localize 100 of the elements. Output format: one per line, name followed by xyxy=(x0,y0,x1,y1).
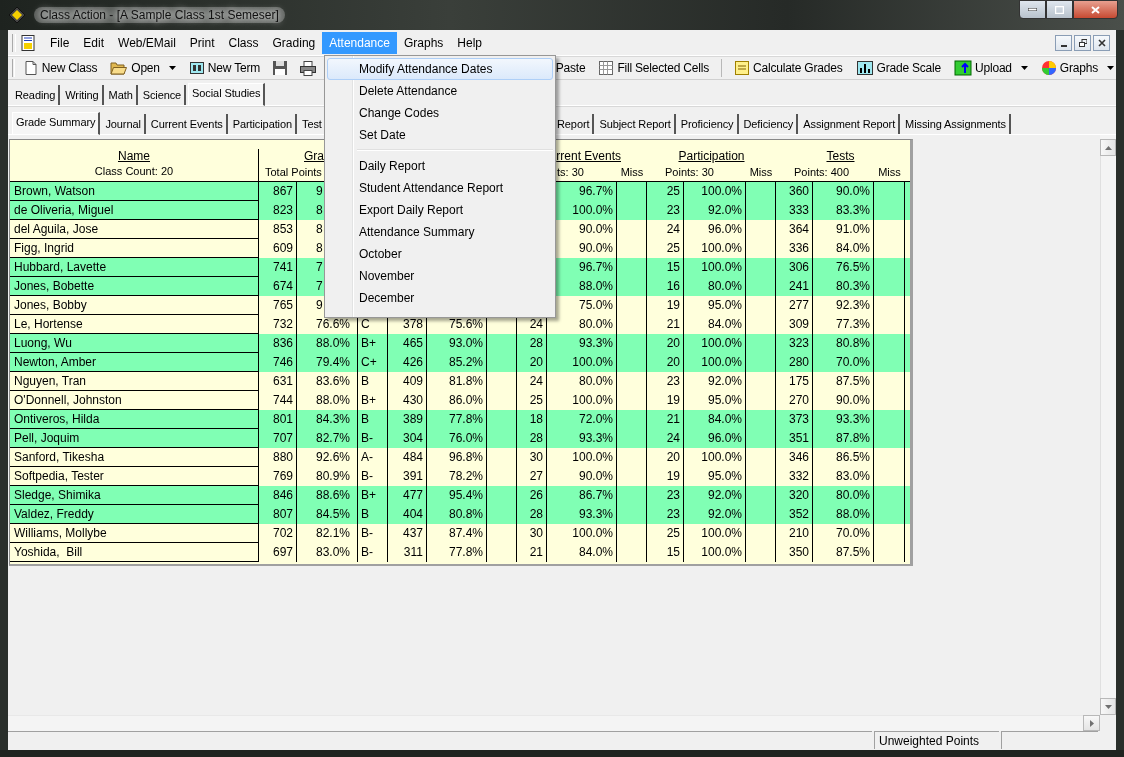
toolbar-button[interactable]: New Term xyxy=(186,58,263,78)
name-cell[interactable]: Sanford, Tikesha xyxy=(10,448,259,467)
toolbar-button[interactable]: Graphs xyxy=(1038,58,1116,78)
name-cell[interactable]: Jones, Bobette xyxy=(10,277,259,296)
minimize-icon xyxy=(1060,44,1067,47)
table-cell: 823 xyxy=(259,201,297,220)
printer-icon xyxy=(299,60,318,76)
table-cell: 88.0% xyxy=(813,505,874,524)
table-cell: 92.0% xyxy=(684,505,746,524)
tab[interactable]: Grade Summary xyxy=(12,112,101,135)
table-cell: 241 xyxy=(776,277,813,296)
tab[interactable]: Report xyxy=(556,114,595,134)
table-cell: 87.5% xyxy=(813,543,874,562)
close-button[interactable] xyxy=(1093,34,1110,51)
toolbar-button[interactable]: Paste xyxy=(553,58,588,78)
page-icon xyxy=(22,60,39,76)
table-cell: 84.5% xyxy=(297,505,358,524)
right-arrow-icon xyxy=(1089,719,1094,727)
name-cell[interactable]: Nguyen, Tran xyxy=(10,372,259,391)
table-cell: 280 xyxy=(776,353,813,372)
menu-item[interactable]: Set Date xyxy=(327,124,553,146)
table-cell: 28 xyxy=(517,505,547,524)
table-cell: 24 xyxy=(647,429,684,448)
toolbar-button[interactable]: Open xyxy=(108,58,178,78)
table-cell: 631 xyxy=(259,372,297,391)
name-cell[interactable]: Williams, Mollybe xyxy=(10,524,259,543)
menu-item[interactable]: Graphs xyxy=(396,31,451,54)
table-cell: 92.6% xyxy=(297,448,358,467)
name-cell[interactable]: de Oliveria, Miguel xyxy=(10,201,259,220)
document-icon xyxy=(20,33,36,52)
toolbar-button[interactable]: Calculate Grades xyxy=(732,58,845,78)
table-cell: 16 xyxy=(647,277,684,296)
caret-icon xyxy=(168,66,176,70)
table-cell: 25 xyxy=(647,524,684,543)
maximize-icon xyxy=(1055,5,1064,14)
menu-item[interactable]: Modify Attendance Dates xyxy=(327,58,553,80)
toolbar-button[interactable]: New Class xyxy=(20,58,100,78)
column-header: Name xyxy=(10,149,259,163)
table-cell: 76.0% xyxy=(427,429,487,448)
table-cell: 80.0% xyxy=(547,372,617,391)
name-cell[interactable]: del Aguila, Jose xyxy=(10,220,259,239)
table-cell: 746 xyxy=(259,353,297,372)
column-subheader: Miss xyxy=(877,165,902,180)
toolbar-button[interactable]: Fill Selected Cells xyxy=(596,58,711,78)
name-cell[interactable]: Yoshida, Bill xyxy=(10,543,259,562)
table-cell: 70.0% xyxy=(813,353,874,372)
tab[interactable]: Journal xyxy=(102,114,146,134)
table-cell: 95.0% xyxy=(684,296,746,315)
name-cell[interactable]: Valdez, Freddy xyxy=(10,505,259,524)
table-cell: 80.0% xyxy=(684,277,746,296)
menu-item[interactable]: File xyxy=(43,31,77,54)
tab[interactable]: Assignment Report xyxy=(800,114,901,134)
close-button[interactable] xyxy=(1073,0,1118,19)
menu-item[interactable]: Class xyxy=(221,31,266,54)
toolbar-button[interactable]: Upload xyxy=(952,58,1030,78)
table-cell: 91.0% xyxy=(813,220,874,239)
close-icon xyxy=(1097,38,1106,47)
close-icon xyxy=(1091,5,1100,14)
scroll-up-button[interactable] xyxy=(1100,139,1116,156)
minimize-button[interactable] xyxy=(1055,34,1072,51)
table-cell: 30 xyxy=(517,524,547,543)
table-cell: 83.6% xyxy=(297,372,358,391)
table-cell: 333 xyxy=(776,201,813,220)
menu-item[interactable]: Daily Report xyxy=(327,155,553,177)
restore-button[interactable] xyxy=(1074,34,1091,51)
menu-item[interactable]: Change Codes xyxy=(327,102,553,124)
table-cell: 409 xyxy=(388,372,427,391)
menu-item[interactable]: Print xyxy=(182,31,222,54)
table-cell: 84.0% xyxy=(547,543,617,562)
table-cell: A- xyxy=(358,448,388,467)
column-subheader: Miss xyxy=(619,165,645,180)
tile-icon xyxy=(188,60,205,76)
tab[interactable]: Writing xyxy=(62,85,104,105)
icon-button[interactable] xyxy=(271,58,290,78)
menu-item[interactable]: Delete Attendance xyxy=(327,80,553,102)
menu-item[interactable]: Edit xyxy=(76,31,112,54)
table-cell: 81.8% xyxy=(427,372,487,391)
minimize-button[interactable] xyxy=(1019,0,1046,19)
column-group-header: Gra xyxy=(303,149,325,163)
tab[interactable]: Missing Assignments xyxy=(902,114,1011,134)
maximize-button[interactable] xyxy=(1046,0,1073,19)
menu-item[interactable]: Help xyxy=(450,31,489,54)
table-cell: 87.4% xyxy=(427,524,487,543)
toolbar-button[interactable]: Grade Scale xyxy=(853,58,943,78)
name-cell[interactable]: Newton, Amber xyxy=(10,353,259,372)
save-icon xyxy=(272,60,289,76)
name-cell[interactable]: Jones, Bobby xyxy=(10,296,259,315)
table-cell: 350 xyxy=(776,543,813,562)
table-cell: 100.0% xyxy=(684,524,746,543)
table-cell: 87.5% xyxy=(813,372,874,391)
table-cell: 437 xyxy=(388,524,427,543)
tab[interactable]: Social Studies xyxy=(188,83,266,106)
scroll-right-button[interactable] xyxy=(1083,715,1100,731)
table-cell: 70.0% xyxy=(813,524,874,543)
menu-item[interactable]: Web/EMail xyxy=(111,31,183,54)
tab[interactable]: Reading xyxy=(12,85,61,105)
column-group-header: Participation xyxy=(677,149,746,163)
scroll-down-button[interactable] xyxy=(1100,698,1116,715)
menu-item[interactable]: Grading xyxy=(265,31,323,54)
name-cell[interactable]: Pell, Joquim xyxy=(10,429,259,448)
